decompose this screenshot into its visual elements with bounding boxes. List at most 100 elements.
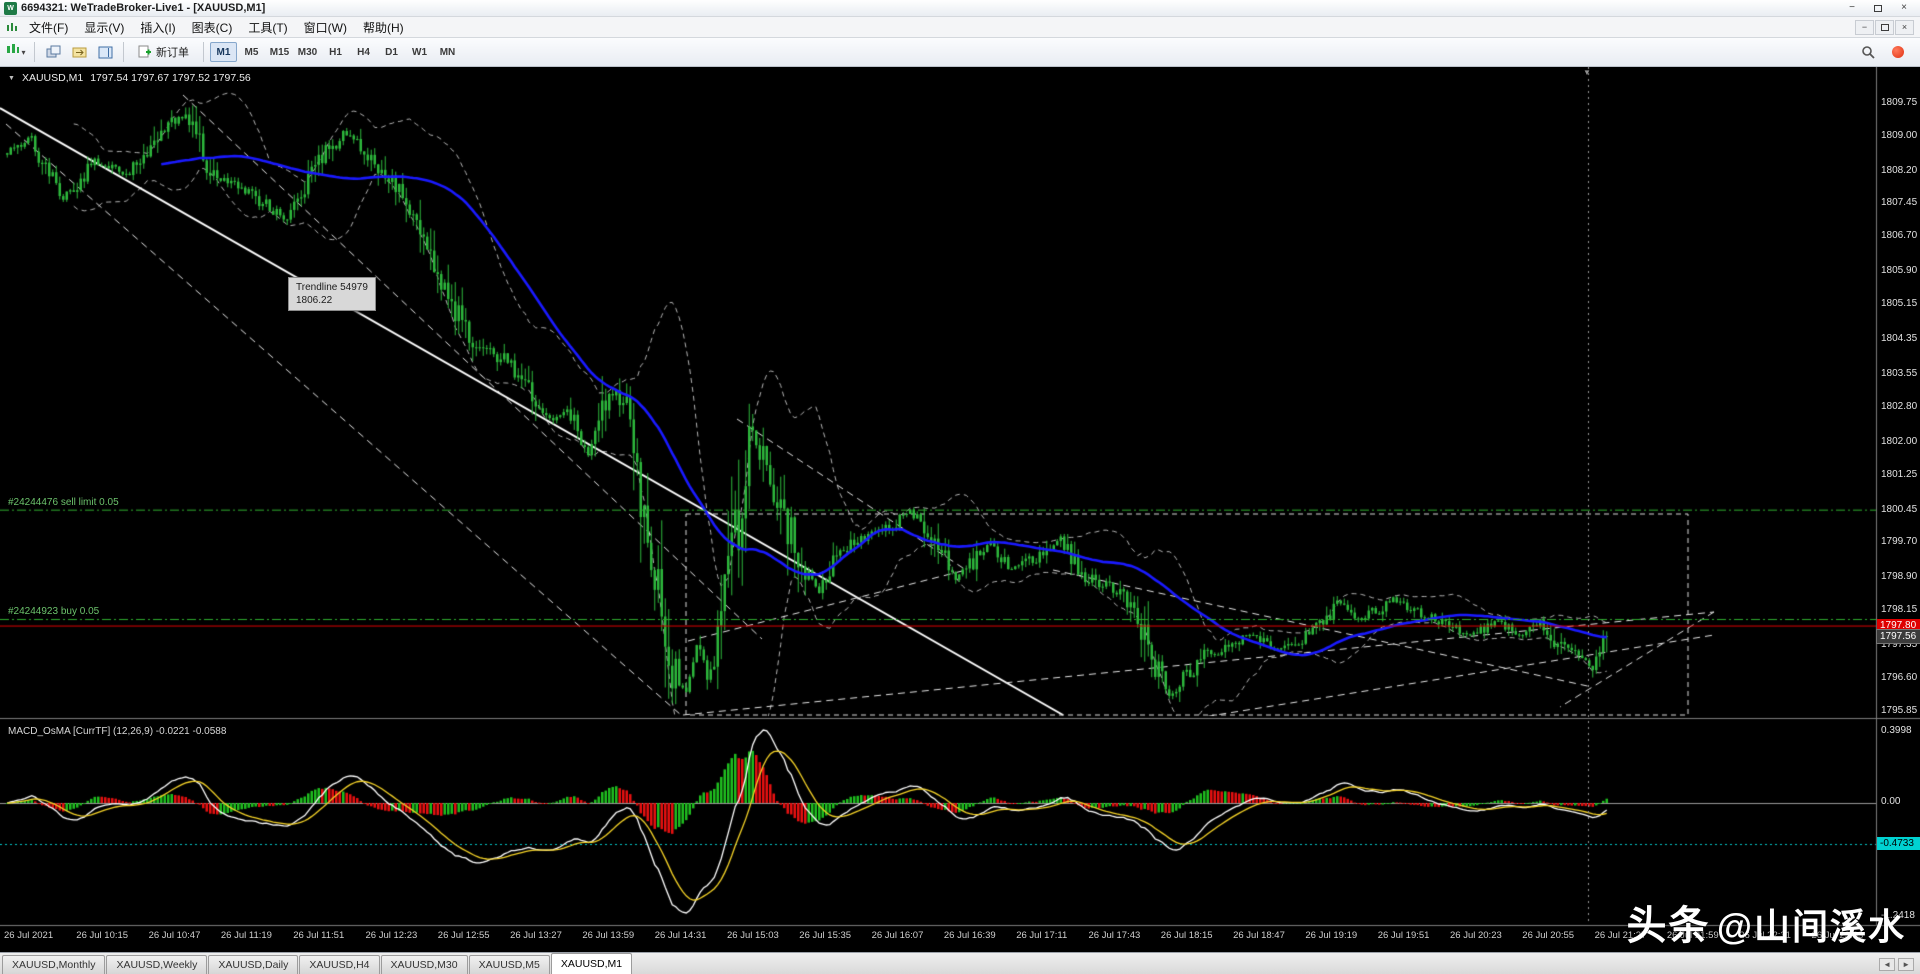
auto-scroll-button[interactable] (67, 41, 91, 63)
minimize-button[interactable]: − (1840, 1, 1864, 15)
timeframe-switcher: M1 M5 M15 M30 H1 H4 D1 W1 MN (210, 42, 461, 62)
timeframe-m1[interactable]: M1 (210, 42, 237, 62)
time-label: 26 Jul 18:15 (1160, 930, 1213, 941)
price-tick: 1798.15 (1881, 604, 1918, 616)
time-label: 26 Jul 15:35 (799, 930, 852, 941)
tab-xauusd-daily[interactable]: XAUUSD,Daily (208, 955, 299, 974)
timeframe-h4[interactable]: H4 (350, 42, 377, 62)
macd-value-badge: -0.4733 (1877, 837, 1920, 850)
menu-item-2[interactable]: 插入(I) (132, 17, 183, 38)
child-close-button[interactable]: × (1895, 19, 1914, 35)
child-restore-button[interactable] (1875, 19, 1894, 35)
maximize-icon (1874, 4, 1882, 12)
time-label: 26 Jul 12:55 (437, 930, 490, 941)
time-label: 26 Jul 10:47 (148, 930, 201, 941)
price-tick: 1809.00 (1881, 129, 1918, 141)
tab-xauusd-weekly[interactable]: XAUUSD,Weekly (106, 955, 208, 974)
price-tick: 1808.20 (1881, 164, 1918, 176)
profiles-button[interactable] (41, 41, 65, 63)
menu-item-3[interactable]: 图表(C) (184, 17, 241, 38)
price-tick: 1805.15 (1881, 298, 1918, 310)
close-button[interactable]: × (1892, 1, 1916, 15)
new-order-button[interactable]: 新订单 (130, 41, 197, 63)
chart-ohlc-values: 1797.54 1797.67 1797.52 1797.56 (90, 72, 251, 84)
app-icon: W (4, 1, 17, 15)
menu-item-6[interactable]: 帮助(H) (355, 17, 412, 38)
price-tick: 1805.90 (1881, 265, 1918, 277)
time-label: 26 Jul 11:51 (293, 930, 345, 941)
timeframe-h1[interactable]: H1 (322, 42, 349, 62)
chart-shift-button[interactable] (93, 41, 117, 63)
menu-item-0[interactable]: 文件(F) (21, 17, 76, 38)
price-tick: 1809.75 (1881, 96, 1918, 108)
dropdown-caret-icon: ▾ (21, 47, 26, 57)
time-label: 26 Jul 10:15 (76, 930, 129, 941)
menu-item-1[interactable]: 显示(V) (76, 17, 132, 38)
new-order-label: 新订单 (156, 47, 189, 59)
time-label: 26 Jul 20:23 (1450, 930, 1502, 941)
bid-price-badge: 1797.56 (1876, 629, 1920, 645)
tab-xauusd-m5[interactable]: XAUUSD,M5 (468, 955, 550, 974)
time-label: 26 Jul 17:43 (1088, 930, 1141, 941)
menu-item-5[interactable]: 窗口(W) (296, 17, 355, 38)
live-indicator-button[interactable] (1886, 41, 1910, 63)
menu-bar: 文件(F) 显示(V) 插入(I) 图表(C) 工具(T) 窗口(W) 帮助(H) − × (0, 17, 1920, 38)
toolbar-separator (203, 42, 204, 62)
chart-shift-marker-icon[interactable]: ▼ (1583, 68, 1591, 77)
toolbar-separator (34, 42, 35, 62)
tooltip-line1: Trendline 54979 (296, 282, 368, 293)
price-tick: 1801.25 (1881, 468, 1918, 480)
timeframe-m30[interactable]: M30 (294, 42, 321, 62)
price-tick: 1802.80 (1881, 400, 1918, 412)
buy-order-label[interactable]: #24244923 buy 0.05 (8, 606, 99, 617)
time-label: 26 Jul 18:47 (1233, 930, 1285, 941)
collapse-arrow-icon[interactable]: ▼ (8, 75, 15, 82)
watermark-brand: 头条 (1626, 904, 1711, 948)
tab-xauusd-m30[interactable]: XAUUSD,M30 (380, 955, 468, 974)
time-label: 26 Jul 20:55 (1522, 930, 1575, 941)
chart-ohlc-label: ▼ XAUUSD,M1 1797.54 1797.67 1797.52 1797… (8, 72, 251, 84)
chart-system-icon[interactable] (6, 21, 18, 33)
toolbar: ▾ 新订单 M1 M5 M15 M30 H1 H4 D1 W1 MN (0, 38, 1920, 67)
price-tick: 1795.85 (1881, 704, 1918, 716)
trendline-tooltip: Trendline 54979 1806.22 (288, 277, 376, 311)
time-label: 26 Jul 16:07 (871, 930, 924, 941)
window-title: 6694321: WeTradeBroker-Live1 - [XAUUSD,M… (21, 2, 266, 14)
tab-xauusd-h4[interactable]: XAUUSD,H4 (299, 955, 380, 974)
price-tick: 1803.55 (1881, 368, 1918, 380)
search-button[interactable] (1856, 41, 1880, 63)
price-tick: 1798.90 (1881, 571, 1918, 583)
chart-symbol: XAUUSD,M1 (21, 72, 84, 84)
timeframe-mn[interactable]: MN (434, 42, 461, 62)
tab-xauusd-m1[interactable]: XAUUSD,M1 (550, 953, 633, 974)
chart-area: ▼ XAUUSD,M1 1797.54 1797.67 1797.52 1797… (0, 67, 1920, 952)
price-tick: 1804.35 (1881, 333, 1918, 345)
title-bar: W 6694321: WeTradeBroker-Live1 - [XAUUSD… (0, 0, 1920, 17)
watermark-handle: @山间溪水 (1716, 906, 1906, 947)
price-tick: 1807.45 (1881, 197, 1918, 209)
time-label: 26 Jul 2021 (4, 930, 54, 941)
new-chart-button[interactable]: ▾ (4, 41, 28, 63)
tabs-scroll-right-button[interactable]: ► (1898, 958, 1914, 971)
timeframe-m15[interactable]: M15 (266, 42, 293, 62)
price-tick: 1802.00 (1881, 435, 1918, 447)
macd-indicator-label: MACD_OsMA [CurrTF] (12,26,9) -0.0221 -0.… (8, 726, 227, 737)
child-minimize-button[interactable]: − (1855, 19, 1874, 35)
time-label: 26 Jul 11:19 (220, 930, 272, 941)
timeframe-m5[interactable]: M5 (238, 42, 265, 62)
timeframe-w1[interactable]: W1 (406, 42, 433, 62)
time-label: 26 Jul 14:31 (654, 930, 707, 941)
time-label: 26 Jul 13:59 (582, 930, 635, 941)
menu-item-4[interactable]: 工具(T) (240, 17, 295, 38)
sell-limit-order-label[interactable]: #24244476 sell limit 0.05 (8, 497, 119, 508)
tabs-scroll-left-button[interactable]: ◄ (1879, 958, 1896, 971)
timeframe-d1[interactable]: D1 (378, 42, 405, 62)
toolbar-separator (123, 42, 124, 62)
price-chart-canvas[interactable] (0, 67, 1920, 952)
tab-xauusd-monthly[interactable]: XAUUSD,Monthly (2, 955, 106, 974)
maximize-button[interactable] (1866, 1, 1890, 15)
time-label: 26 Jul 12:23 (365, 930, 418, 941)
record-dot-icon (1892, 46, 1904, 58)
price-tick: 1799.70 (1881, 536, 1918, 548)
price-tick: 1796.60 (1881, 672, 1918, 684)
